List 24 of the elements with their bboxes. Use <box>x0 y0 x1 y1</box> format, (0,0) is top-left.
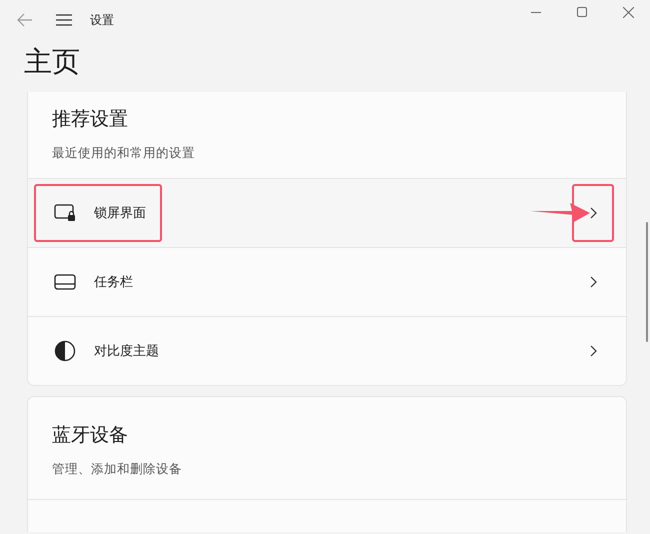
row-label: 锁屏界面 <box>94 205 146 222</box>
scrollbar[interactable] <box>646 222 648 342</box>
chevron-icon <box>590 345 596 357</box>
card-title: 蓝牙设备 <box>52 423 129 448</box>
chevron-icon <box>590 276 596 288</box>
menu-icon[interactable] <box>56 14 72 26</box>
pointer-arrow <box>530 202 590 224</box>
card-subtitle: 最近使用的和常用的设置 <box>52 145 196 162</box>
close-icon[interactable] <box>623 6 634 18</box>
settings-row[interactable]: 对比度主题 <box>28 316 626 385</box>
window-title: 设置 <box>90 12 114 28</box>
row-label: 对比度主题 <box>94 343 159 360</box>
back-icon[interactable] <box>17 13 33 27</box>
maximize-icon[interactable] <box>577 7 587 17</box>
settings-row[interactable]: 锁屏界面 <box>28 178 626 247</box>
card-title: 推荐设置 <box>52 107 129 132</box>
taskbar-icon <box>54 274 76 290</box>
page-title: 主页 <box>23 44 81 80</box>
card-subtitle: 管理、添加和删除设备 <box>52 461 183 478</box>
lock-screen-icon <box>54 204 76 222</box>
chevron-icon <box>590 207 596 219</box>
settings-row[interactable]: 任务栏 <box>28 247 626 316</box>
contrast-icon <box>54 340 76 362</box>
row-label: 任务栏 <box>94 274 133 291</box>
